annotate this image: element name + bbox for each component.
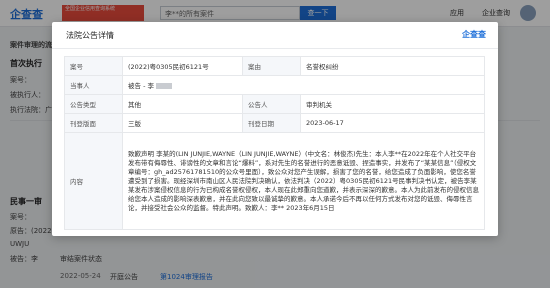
notice-detail-table: 案号 (2022)粤0305民初6121号 案由 名誉权纠纷 当事人 被告 - … bbox=[64, 56, 485, 230]
modal-logo: 企查查 bbox=[462, 30, 486, 39]
court-notice-modal: 法院公告详情 企查查 案号 (2022)粤0305民初6121号 案由 名誉权纠… bbox=[52, 22, 498, 236]
announcer-value: 审判机关 bbox=[300, 94, 485, 114]
party-cell: 被告 - 李 bbox=[122, 75, 485, 95]
date-label: 刊登日期 bbox=[242, 113, 301, 133]
content-label: 内容 bbox=[64, 132, 123, 230]
notice-type-label: 公告类型 bbox=[64, 94, 123, 114]
cause-label: 案由 bbox=[242, 56, 301, 76]
layout-value: 三版 bbox=[122, 113, 243, 133]
cause-value: 名誉权纠纷 bbox=[300, 56, 485, 76]
content-value: 致歉声明 李某的(LIN JUNJIE,WAYNE（LIN JUNJIE,WAY… bbox=[122, 132, 485, 230]
case-no-label: 案号 bbox=[64, 56, 123, 76]
notice-type-value: 其他 bbox=[122, 94, 243, 114]
announcer-label: 公告人 bbox=[242, 94, 301, 114]
case-no-link[interactable]: (2022)粤0305民初6121号 bbox=[122, 56, 243, 76]
layout-label: 刊登版面 bbox=[64, 113, 123, 133]
redacted-name bbox=[155, 83, 172, 89]
modal-header: 法院公告详情 企查查 bbox=[52, 22, 498, 49]
party-label: 当事人 bbox=[64, 75, 123, 95]
date-value: 2023-06-17 bbox=[300, 113, 485, 133]
modal-title: 法院公告详情 bbox=[66, 31, 114, 40]
party-value: 被告 - 李 bbox=[128, 82, 154, 90]
